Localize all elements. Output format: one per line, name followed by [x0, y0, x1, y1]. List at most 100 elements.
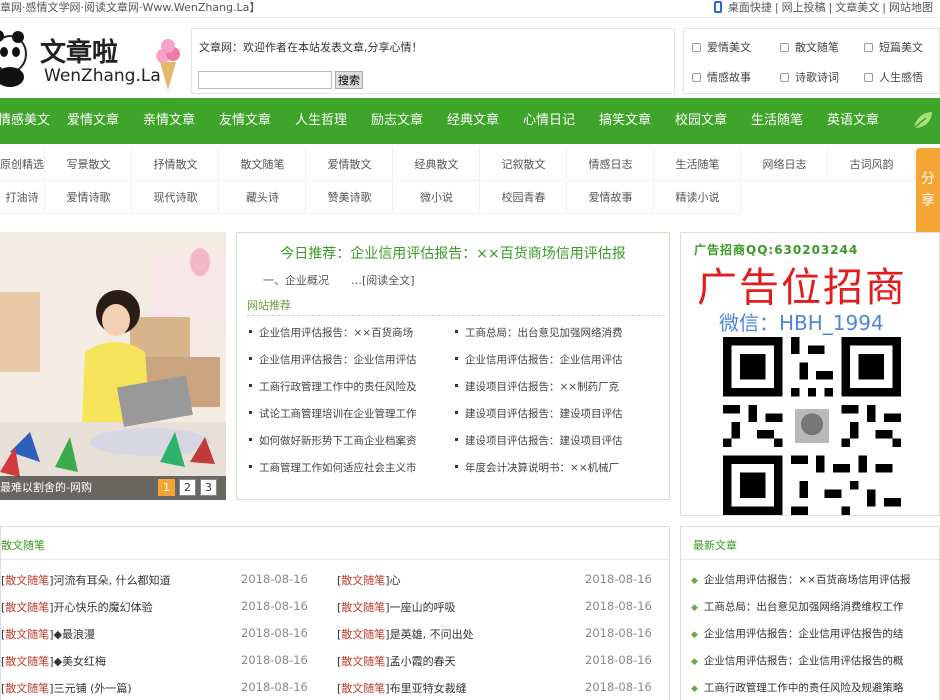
subnav-item[interactable]: 网络日志 [742, 148, 828, 181]
essay-row[interactable]: [散文随笔]一座山的呼吸 2018-08-16 [337, 599, 667, 615]
subnav-item[interactable]: 抒情散文 [133, 148, 219, 181]
quick-link-story[interactable]: 情感故事 [692, 69, 751, 85]
recommend-summary[interactable]: 一、企业概况 …[阅读全文] [263, 272, 415, 288]
essay-row[interactable]: [散文随笔]河流有耳朵, 什么都知道 2018-08-16 [1, 572, 331, 588]
slide-page-button[interactable]: 3 [200, 479, 217, 496]
quick-link-love[interactable]: 爱情美文 [692, 39, 751, 55]
subnav-item[interactable]: 情感日志 [568, 148, 654, 181]
essay-row[interactable]: [散文随笔]布里亚特女裁缝 2018-08-16 [337, 680, 667, 696]
nav-item-love[interactable]: 爱情文章 [67, 98, 119, 144]
subnav-item[interactable]: 古词风韵 [829, 148, 915, 181]
quick-link-short[interactable]: 短篇美文 [864, 39, 923, 55]
nav-item-campus[interactable]: 校园文章 [675, 98, 727, 144]
nav-item-classic[interactable]: 经典文章 [447, 98, 499, 144]
subnav-item[interactable]: 记叙散文 [481, 148, 567, 181]
recommend-link[interactable]: 建设项目评估报告：建设项目评估 [455, 433, 651, 448]
logo-latin-text: WenZhang.La [44, 66, 161, 86]
sitemap-link[interactable]: 网站地图 [886, 1, 936, 14]
essay-row[interactable]: [散文随笔]三元铺 (外一篇) 2018-08-16 [1, 680, 331, 696]
slideshow[interactable]: 最难以割舍的-网购 1 2 3 [0, 232, 226, 500]
latest-item[interactable]: ◆ 企业信用评估报告：企业信用评估报告的结 [691, 626, 940, 641]
quick-link-prose[interactable]: 散文随笔 [780, 39, 839, 55]
person-icon [692, 43, 701, 52]
latest-item[interactable]: ◆ 工商总局：出台意见加强网络消费维权工作 [691, 599, 940, 614]
nav-item-philosophy[interactable]: 人生哲理 [295, 98, 347, 144]
search-input[interactable] [198, 71, 332, 89]
latest-item[interactable]: ◆ 工商行政管理工作中的责任风险及规避策略 [691, 680, 940, 695]
latest-title: 最新文章 [693, 539, 737, 552]
recommend-link[interactable]: 工商行政管理工作中的责任风险及 [249, 379, 444, 394]
essay-row[interactable]: [散文随笔]是英雄, 不问出处 2018-08-16 [337, 626, 667, 642]
qr-code-icon [723, 337, 901, 515]
slideshow-image [0, 232, 226, 500]
quick-link-poetry[interactable]: 诗歌诗词 [780, 69, 839, 85]
site-logo[interactable]: 文章啦 WenZhang.La [0, 22, 185, 92]
essay-row[interactable]: [散文随笔]心 2018-08-16 [337, 572, 667, 588]
recommend-link[interactable]: 如何做好新形势下工商企业档案资 [249, 433, 444, 448]
latest-item[interactable]: ◆ 企业信用评估报告：企业信用评估报告的概 [691, 653, 940, 668]
arrow-icon: ◆ [691, 630, 698, 640]
essay-row[interactable]: [散文随笔]◆美女红梅 2018-08-16 [1, 653, 331, 669]
subnav-item[interactable]: 写景散文 [46, 148, 132, 181]
subnav-item[interactable]: 散文随笔 [220, 148, 306, 181]
site-slogan: 章网·感情文学网·阅读文章网·Www.WenZhang.La】 [0, 1, 261, 14]
arrow-icon: ◆ [691, 576, 698, 586]
subnav-item[interactable]: 现代诗歌 [133, 181, 219, 214]
recommend-link[interactable]: 企业信用评估报告：企业信用评估 [249, 352, 444, 367]
subnav-item[interactable]: 校园青春 [481, 181, 567, 214]
arrow-icon: ◆ [691, 657, 698, 667]
arrow-icon: ◆ [691, 603, 698, 613]
phone-icon [713, 1, 722, 13]
recommend-link[interactable]: 工商总局：出台意见加强网络消费 [455, 325, 651, 340]
essay-row[interactable]: [散文随笔]开心快乐的魔幻体验 2018-08-16 [1, 599, 331, 615]
subnav-item[interactable]: 原创精选 [0, 148, 45, 181]
recommend-link[interactable]: 企业信用评估报告：××百货商场 [249, 325, 444, 340]
arrow-icon: ◆ [691, 684, 698, 694]
recommend-link[interactable]: 建设项目评估报告：建设项目评估 [455, 406, 651, 421]
nav-item-funny[interactable]: 搞笑文章 [599, 98, 651, 144]
desktop-shortcut-link[interactable]: 桌面快捷 [725, 1, 775, 14]
recommend-link[interactable]: 工商管理工作如何适应社会主义市 [249, 460, 444, 475]
essay-section-title[interactable]: 散文随笔 [1, 537, 45, 553]
quick-links-panel: 爱情美文 散文随笔 短篇美文 情感故事 诗歌诗词 人生感悟 [683, 28, 940, 94]
nav-item-emotion[interactable]: 情感美文 [0, 98, 50, 144]
subnav-item[interactable]: 精读小说 [655, 181, 741, 214]
subnav-item[interactable]: 经典散文 [394, 148, 480, 181]
quick-link-life[interactable]: 人生感悟 [864, 69, 923, 85]
nav-item-diary[interactable]: 心情日记 [523, 98, 575, 144]
nav-item-english[interactable]: 英语文章 [827, 98, 879, 144]
sub-nav: 原创精选 写景散文 抒情散文 散文随笔 爱情散文 经典散文 记叙散文 情感日志 … [0, 148, 940, 214]
recommend-panel: 今日推荐：企业信用评估报告：××百货商场信用评估报 一、企业概况 …[阅读全文]… [236, 232, 670, 500]
subnav-item[interactable]: 藏头诗 [220, 181, 306, 214]
articles-link[interactable]: 文章美文 [832, 1, 882, 14]
subnav-item[interactable]: 爱情故事 [568, 181, 654, 214]
search-button[interactable]: 搜索 [335, 71, 363, 89]
recommend-link[interactable]: 试论工商管理培训在企业管理工作 [249, 406, 444, 421]
document-icon [780, 43, 789, 52]
subnav-item[interactable]: 生活随笔 [655, 148, 741, 181]
share-button[interactable]: 分享 [916, 148, 940, 236]
slide-page-button[interactable]: 1 [158, 479, 175, 496]
nav-item-life[interactable]: 生活随笔 [751, 98, 803, 144]
mail-icon [864, 73, 873, 82]
ad-panel[interactable]: 广告招商QQ:630203244 广告位招商 微信：HBH_1994 [680, 232, 940, 516]
recommend-link[interactable]: 建设项目评估报告：××制药厂克 [455, 379, 651, 394]
latest-item[interactable]: ◆ 企业信用评估报告：××百货商场信用评估报 [691, 572, 940, 587]
submit-link[interactable]: 网上投稿 [779, 1, 829, 14]
recommend-link[interactable]: 企业信用评估报告：企业信用评估 [455, 352, 651, 367]
essay-row[interactable]: [散文随笔]孟小霞的春天 2018-08-16 [337, 653, 667, 669]
welcome-panel: 文章网：欢迎作者在本站发表文章,分享心情！ 搜索 [191, 28, 675, 94]
subnav-item[interactable]: 赞美诗歌 [307, 181, 393, 214]
recommend-title[interactable]: 今日推荐：企业信用评估报告：××百货商场信用评估报 [237, 243, 669, 263]
nav-item-family[interactable]: 亲情文章 [143, 98, 195, 144]
subnav-item[interactable]: 爱情散文 [307, 148, 393, 181]
slide-page-button[interactable]: 2 [179, 479, 196, 496]
recommend-link[interactable]: 年度会计决算说明书：××机械厂 [455, 460, 651, 475]
top-bar: 章网·感情文学网·阅读文章网·Www.WenZhang.La】 桌面快捷 | 网上投… [0, 0, 940, 18]
subnav-item[interactable]: 微小说 [394, 181, 480, 214]
essay-row[interactable]: [散文随笔]◆最浪漫 2018-08-16 [1, 626, 331, 642]
subnav-item[interactable]: 爱情诗歌 [46, 181, 132, 214]
nav-item-friendship[interactable]: 友情文章 [219, 98, 271, 144]
subnav-item[interactable]: 打油诗 [0, 181, 45, 214]
nav-item-inspiration[interactable]: 励志文章 [371, 98, 423, 144]
